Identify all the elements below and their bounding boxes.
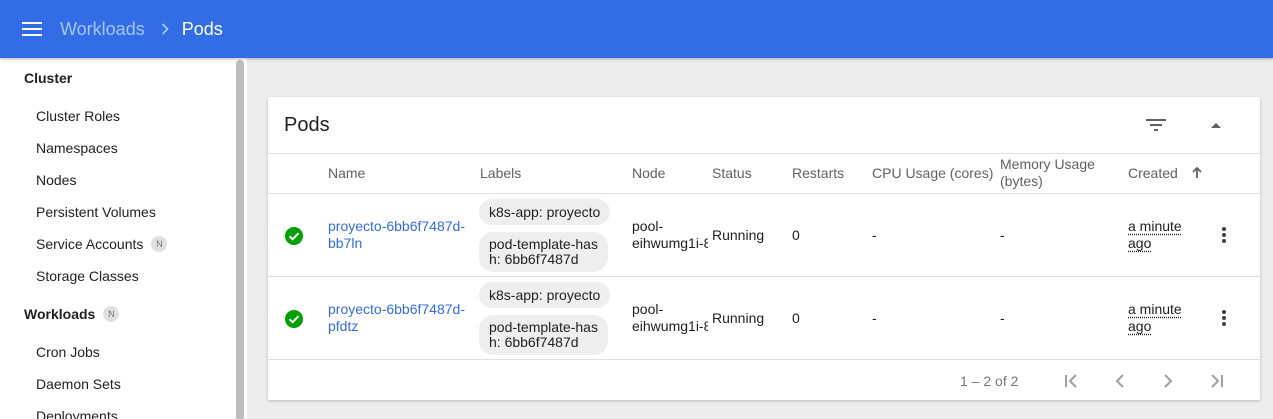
next-page-button[interactable]: [1154, 367, 1182, 395]
column-header-created[interactable]: Created: [1128, 156, 1202, 190]
column-header-node: Node: [632, 164, 666, 181]
last-page-button[interactable]: [1202, 367, 1230, 395]
pod-name-link[interactable]: proyecto-6bb6f7487d- bb7ln: [328, 218, 465, 252]
new-badge: N: [151, 236, 168, 252]
arrow-up-icon: [1192, 167, 1202, 178]
cpu-value: -: [872, 227, 877, 243]
top-bar: Workloads Pods: [0, 0, 1273, 58]
sidebar-item-cluster-roles[interactable]: Cluster Roles: [36, 108, 120, 124]
memory-value: -: [1000, 310, 1005, 326]
chevron-left-icon: [1115, 374, 1124, 388]
sidebar-item-storage-classes[interactable]: Storage Classes: [36, 268, 139, 284]
last-page-icon: [1211, 374, 1223, 388]
column-header-cpu: CPU Usage (cores): [872, 164, 994, 181]
status-text: Running: [712, 227, 765, 243]
column-header-status: Status: [712, 164, 752, 181]
divider: [268, 359, 1260, 360]
sidebar-item-service-accounts[interactable]: Service Accounts N: [36, 236, 168, 252]
breadcrumb-workloads[interactable]: Workloads: [60, 19, 145, 40]
more-vert-icon: [1222, 310, 1226, 326]
menu-button[interactable]: [0, 0, 64, 58]
pod-name-link[interactable]: proyecto-6bb6f7487d- pfdtz: [328, 301, 465, 335]
sidebar-item-nodes[interactable]: Nodes: [36, 172, 76, 188]
previous-page-button[interactable]: [1106, 367, 1134, 395]
divider: [268, 193, 1260, 194]
created-value: a minute ago: [1128, 218, 1182, 251]
sidebar-item-namespaces[interactable]: Namespaces: [36, 140, 118, 156]
node-link[interactable]: pool- eihwumg1i-8: [632, 218, 708, 252]
label-chip: k8s-app: proyecto: [479, 199, 611, 225]
expand-less-icon: [1211, 123, 1221, 128]
row-actions-button[interactable]: [1212, 223, 1236, 247]
sidebar-item-cron-jobs[interactable]: Cron Jobs: [36, 344, 100, 360]
check-circle-icon: [285, 227, 303, 245]
label-chip: pod-template-has h: 6bb6f7487d: [479, 232, 608, 272]
first-page-button[interactable]: [1058, 367, 1086, 395]
pods-card: Pods Name Labels Node Status Restarts CP…: [268, 97, 1260, 400]
cpu-value: -: [872, 310, 877, 326]
first-page-icon: [1065, 374, 1077, 388]
new-badge: N: [103, 306, 120, 322]
filter-icon: [1146, 119, 1166, 131]
label-chip: pod-template-has h: 6bb6f7487d: [479, 315, 608, 355]
filter-button[interactable]: [1144, 113, 1168, 137]
sidebar-item-persistent-volumes[interactable]: Persistent Volumes: [36, 204, 156, 220]
restarts-value: 0: [792, 227, 800, 243]
node-link[interactable]: pool- eihwumg1i-8: [632, 301, 708, 335]
check-circle-icon: [285, 310, 303, 328]
breadcrumb-pods: Pods: [181, 18, 223, 39]
sidebar-item-daemon-sets[interactable]: Daemon Sets: [36, 376, 121, 392]
divider: [268, 276, 1260, 277]
card-title: Pods: [284, 114, 330, 136]
column-header-memory: Memory Usage (bytes): [1000, 156, 1095, 189]
memory-value: -: [1000, 227, 1005, 243]
breadcrumb: Workloads Pods: [60, 19, 223, 40]
collapse-button[interactable]: [1204, 113, 1228, 137]
sidebar-section-workloads[interactable]: Workloads N: [24, 306, 120, 322]
sidebar: Cluster Cluster Roles Namespaces Nodes P…: [0, 58, 247, 419]
sidebar-section-cluster[interactable]: Cluster: [24, 70, 72, 86]
status-text: Running: [712, 310, 765, 326]
chevron-right-icon: [161, 23, 169, 35]
row-actions-button[interactable]: [1212, 306, 1236, 330]
column-header-restarts: Restarts: [792, 164, 845, 181]
column-header-name[interactable]: Name: [328, 156, 365, 190]
pagination-range: 1 – 2 of 2: [960, 373, 1019, 389]
sidebar-item-deployments[interactable]: Deployments: [36, 408, 118, 419]
label-chip: k8s-app: proyecto: [479, 282, 611, 308]
restarts-value: 0: [792, 310, 800, 326]
column-header-labels: Labels: [480, 164, 522, 181]
chevron-right-icon: [1164, 374, 1173, 388]
divider: [268, 153, 1260, 154]
more-vert-icon: [1222, 227, 1226, 243]
created-value: a minute ago: [1128, 301, 1182, 334]
menu-icon: [22, 22, 42, 36]
sidebar-scrollbar[interactable]: [236, 60, 244, 419]
